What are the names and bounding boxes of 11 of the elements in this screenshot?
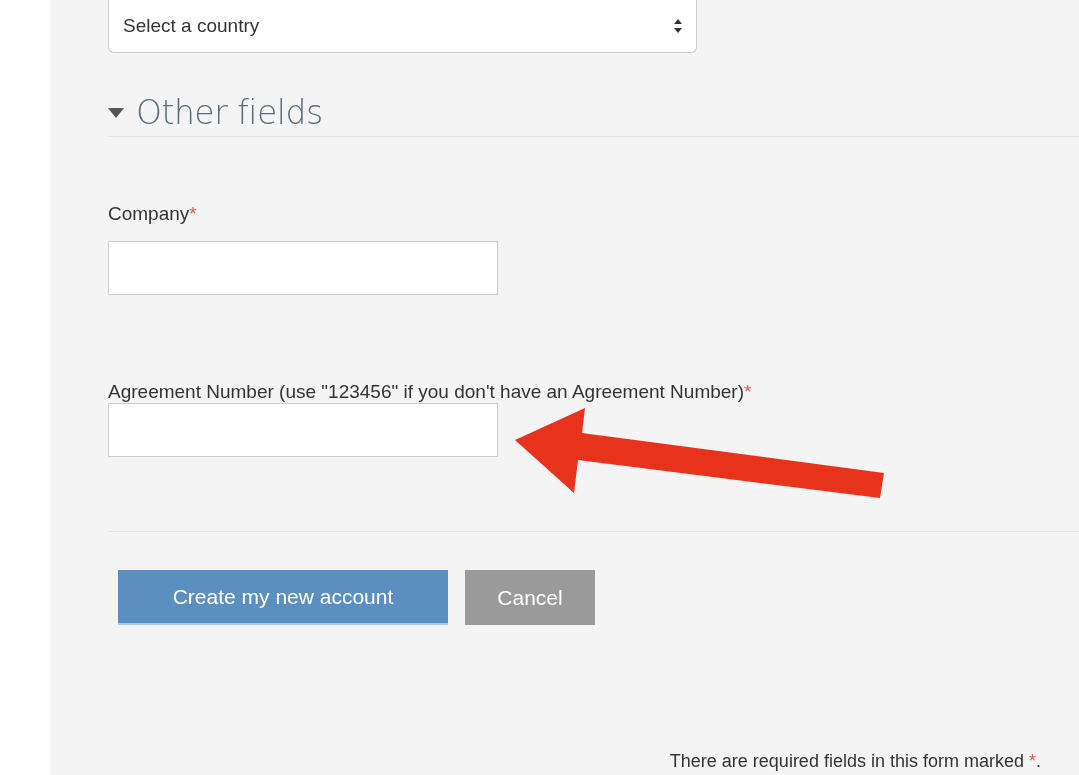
field-label: Company* bbox=[108, 203, 197, 224]
secondary-button[interactable]: Cancel bbox=[465, 570, 595, 625]
section-title: Other fields bbox=[136, 93, 323, 132]
field-label: Agreement Number (use "123456" if you don't have an Agreement Number)* bbox=[108, 381, 752, 402]
country-select[interactable]: Select a country bbox=[108, 0, 697, 53]
input-field[interactable] bbox=[108, 403, 498, 457]
caret-icon[interactable] bbox=[108, 107, 124, 118]
input-field[interactable] bbox=[108, 241, 498, 295]
required-fields-note: There are required fields in this form marked *. bbox=[669, 751, 1041, 772]
primary-button[interactable]: Create my new account bbox=[118, 570, 448, 625]
sort-arrows-icon bbox=[674, 19, 682, 33]
